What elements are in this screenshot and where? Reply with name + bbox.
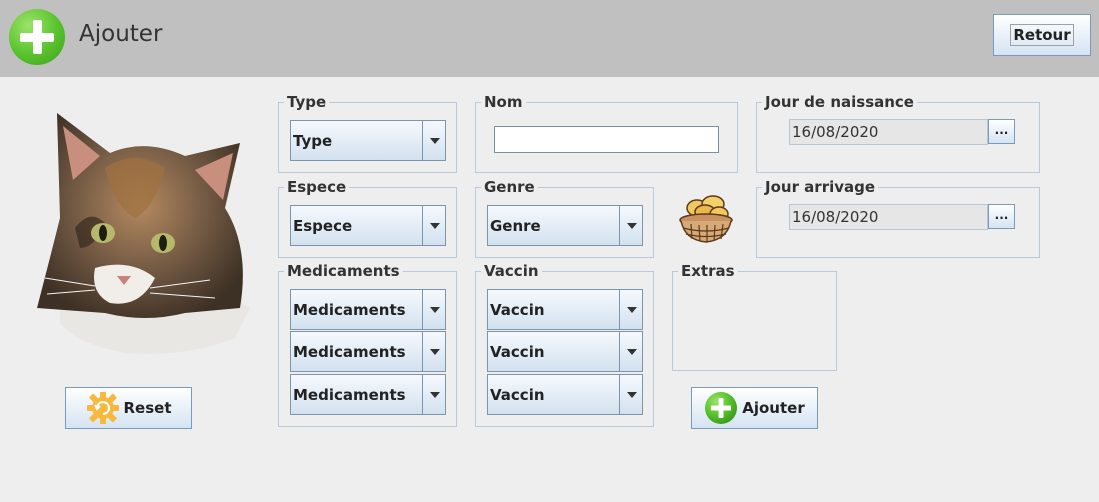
gear-refresh-icon [86, 392, 119, 424]
chevron-down-icon[interactable] [425, 206, 445, 245]
medicaments-combobox[interactable]: Medicaments [290, 374, 446, 415]
jour-arrivage-field[interactable]: 16/08/2020 [789, 204, 988, 230]
medicaments-combobox-value: Medicaments [293, 332, 423, 371]
vaccin-combobox[interactable]: Vaccin [487, 289, 643, 330]
reset-button-label: Reset [123, 399, 172, 417]
jour-arrivage-group: Jour arrivage 16/08/2020 ... [756, 178, 1040, 258]
ajouter-button[interactable]: Ajouter [691, 387, 818, 429]
genre-legend: Genre [481, 178, 538, 196]
jour-naissance-legend: Jour de naissance [762, 93, 917, 111]
type-group: Type Type [278, 93, 457, 173]
type-legend: Type [284, 93, 330, 111]
espece-legend: Espece [284, 178, 350, 196]
jour-arrivage-picker-button[interactable]: ... [988, 204, 1015, 229]
jour-arrivage-legend: Jour arrivage [762, 178, 879, 196]
espece-combobox-value: Espece [293, 206, 423, 245]
vaccin-combobox-value: Vaccin [490, 290, 620, 329]
medicaments-combobox-value: Medicaments [293, 375, 423, 414]
nom-group: Nom [475, 93, 738, 173]
type-combobox-value: Type [293, 121, 423, 160]
page-title: Ajouter [79, 21, 163, 47]
type-combobox[interactable]: Type [290, 120, 446, 161]
jour-naissance-picker-button[interactable]: ... [988, 119, 1015, 144]
chevron-down-icon[interactable] [622, 206, 642, 245]
espece-combobox[interactable]: Espece [290, 205, 446, 246]
plus-circle-icon [705, 392, 738, 424]
genre-combobox[interactable]: Genre [487, 205, 643, 246]
chevron-down-icon[interactable] [425, 375, 445, 414]
chevron-down-icon[interactable] [622, 375, 642, 414]
nom-input[interactable] [494, 126, 719, 153]
extras-group: Extras [672, 262, 837, 371]
chevron-down-icon[interactable] [425, 121, 445, 160]
vaccin-combobox[interactable]: Vaccin [487, 374, 643, 415]
vaccin-legend: Vaccin [481, 262, 542, 280]
jour-naissance-field[interactable]: 16/08/2020 [789, 119, 988, 145]
extras-legend: Extras [678, 262, 738, 280]
vaccin-combobox[interactable]: Vaccin [487, 331, 643, 372]
espece-group: Espece Espece [278, 178, 457, 258]
ajouter-button-label: Ajouter [742, 399, 805, 417]
medicaments-combobox[interactable]: Medicaments [290, 331, 446, 372]
jour-naissance-group: Jour de naissance 16/08/2020 ... [756, 93, 1040, 173]
medicaments-group: Medicaments Medicaments Medicaments Medi… [278, 262, 457, 427]
chevron-down-icon[interactable] [622, 290, 642, 329]
vaccin-combobox-value: Vaccin [490, 332, 620, 371]
genre-combobox-value: Genre [490, 206, 620, 245]
medicaments-legend: Medicaments [284, 262, 403, 280]
cat-photo [37, 113, 250, 354]
vaccin-group: Vaccin Vaccin Vaccin Vaccin [475, 262, 654, 427]
plus-circle-icon [9, 9, 65, 65]
medicaments-combobox-value: Medicaments [293, 290, 423, 329]
reset-button[interactable]: Reset [65, 387, 192, 429]
bread-basket-icon [679, 195, 733, 243]
header-bar: Ajouter Retour [0, 0, 1099, 77]
retour-button-label: Retour [1010, 24, 1074, 46]
genre-group: Genre Genre [475, 178, 654, 258]
chevron-down-icon[interactable] [425, 290, 445, 329]
chevron-down-icon[interactable] [622, 332, 642, 371]
nom-legend: Nom [481, 93, 526, 111]
chevron-down-icon[interactable] [425, 332, 445, 371]
medicaments-combobox[interactable]: Medicaments [290, 289, 446, 330]
retour-button[interactable]: Retour [993, 14, 1091, 56]
vaccin-combobox-value: Vaccin [490, 375, 620, 414]
